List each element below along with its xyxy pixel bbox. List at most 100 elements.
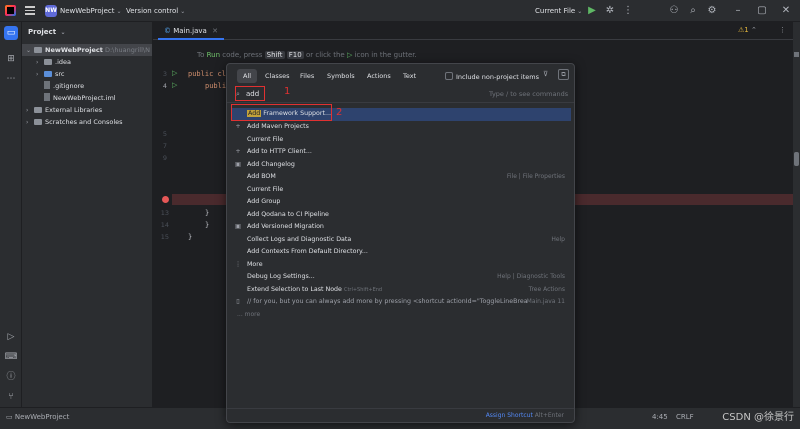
project-tool-icon[interactable]: ▭ (4, 26, 18, 40)
tree-path: D:\huangrill\N (104, 46, 150, 54)
search-everywhere-icon[interactable]: ⌕ (687, 5, 699, 17)
editor-options-icon[interactable]: ⋮ (779, 26, 786, 34)
vcs-label: Version control (126, 7, 179, 15)
list-item-text-match[interactable]: ▯ // for you, but you can always add more… (231, 296, 571, 309)
more-actions-icon[interactable]: ⋮ (622, 5, 634, 17)
run-tool-icon[interactable]: ▷ (4, 330, 18, 344)
hint-prefix: To (197, 51, 205, 59)
list-item-more[interactable]: ⋮ More (231, 259, 571, 272)
watermark: CSDN @徐景行 (722, 412, 794, 423)
notifications-icon[interactable] (794, 52, 799, 57)
chevron-down-icon: ⌄ (116, 8, 122, 15)
run-config-selector[interactable]: Current File ⌄ (535, 7, 582, 15)
project-switcher[interactable]: NewWebProject ⌄ (60, 7, 122, 15)
breakpoint-icon[interactable] (162, 196, 169, 203)
run-icon[interactable]: ▶ (586, 5, 598, 17)
chevron-down-icon: ⌄ (577, 8, 583, 15)
text-match-icon: ▯ (236, 298, 240, 305)
tree-item-scratches[interactable]: › Scratches and Consoles (22, 116, 123, 128)
more-tools-icon[interactable]: ⋯ (4, 72, 18, 86)
scrollbar-thumb[interactable] (794, 152, 799, 166)
include-non-project-checkbox[interactable]: Include non-project items (445, 72, 539, 81)
hint-end: icon in the gutter. (354, 51, 417, 59)
item-label: Add Maven Projects (247, 123, 309, 130)
close-tab-icon[interactable]: ✕ (212, 27, 218, 35)
tree-item-project[interactable]: ⌄ NewWebProject D:\huangrill\N (22, 44, 152, 56)
panel-title-label: Project (28, 28, 57, 36)
changelog-icon: ▣ (235, 160, 241, 168)
warning-indicator[interactable]: ⚠1 ⌃ (738, 26, 757, 34)
minimize-icon[interactable]: – (732, 5, 744, 17)
tree-item-src[interactable]: › src (22, 68, 65, 80)
line-number: 14 (160, 221, 169, 229)
item-label: Add BOM (247, 173, 276, 180)
git-tool-icon[interactable]: ⑂ (4, 390, 18, 404)
list-item[interactable]: Add Qodana to CI Pipeline (231, 209, 571, 222)
panel-title[interactable]: Project ⌄ (28, 28, 66, 36)
more-results-link[interactable]: ... more (237, 311, 260, 318)
item-shortcut: Ctrl+Shift+End (343, 286, 383, 293)
structure-tool-icon[interactable]: ⊞ (4, 52, 18, 66)
item-category: Help (551, 235, 565, 243)
vcs-menu[interactable]: Version control ⌄ (126, 7, 185, 15)
tab-symbols[interactable]: Symbols (321, 69, 361, 83)
java-class-icon: © (164, 27, 171, 35)
list-item[interactable]: Add Contexts From Default Directory... (231, 246, 571, 259)
problems-tool-icon[interactable]: ⓘ (4, 370, 18, 384)
debug-icon[interactable]: ✲ (604, 5, 616, 17)
tab-all[interactable]: All (237, 69, 258, 83)
settings-gear-icon[interactable]: ⚙ (706, 5, 718, 17)
list-item[interactable]: Current File (231, 134, 571, 147)
terminal-tool-icon[interactable]: ⌨ (4, 350, 18, 364)
annotation-box-item (231, 104, 332, 121)
caret-position[interactable]: 4:45 (652, 413, 668, 421)
item-label: Debug Log Settings... (247, 273, 315, 280)
library-icon (34, 107, 42, 113)
list-item[interactable]: Collect Logs and Diagnostic Data Help (231, 234, 571, 247)
assign-shortcut-hint[interactable]: Assign Shortcut Alt+Enter (486, 412, 564, 419)
tab-classes[interactable]: Classes (259, 69, 296, 83)
run-gutter-icon[interactable]: ▷ (172, 69, 177, 77)
list-item[interactable]: Debug Log Settings... Help | Diagnostic T… (231, 271, 571, 284)
tab-text[interactable]: Text (397, 69, 422, 83)
maximize-icon[interactable]: ▢ (756, 5, 768, 17)
include-label: Include non-project items (456, 73, 539, 81)
run-hint: To Run code, press Shift F10 or click th… (197, 51, 417, 59)
list-item[interactable]: + Add Maven Projects (231, 121, 571, 134)
close-icon[interactable]: ✕ (780, 5, 792, 17)
tab-files[interactable]: Files (294, 69, 320, 83)
status-breadcrumb[interactable]: ▭ NewWebProject (6, 413, 69, 421)
project-panel: Project ⌄ ⌄ NewWebProject D:\huangrill\N … (22, 22, 153, 407)
project-badge: NW (45, 5, 57, 17)
item-location: Main.java 11 (526, 298, 565, 305)
hint-key-shift: Shift (264, 51, 285, 59)
source-folder-icon (44, 71, 52, 77)
list-item[interactable]: ▣ Add Changelog (231, 159, 571, 172)
tree-label: .gitignore (53, 82, 85, 90)
tab-actions[interactable]: Actions (361, 69, 397, 83)
main-menu-icon[interactable] (25, 6, 35, 15)
tree-item-idea[interactable]: › .idea (22, 56, 71, 68)
line-separator[interactable]: CRLF (676, 413, 694, 421)
tree-item-external-libraries[interactable]: › External Libraries (22, 104, 102, 116)
list-item[interactable]: Add BOM File | File Properties (231, 171, 571, 184)
list-item[interactable]: Current File (231, 184, 571, 197)
code-line: public cl (188, 70, 226, 78)
tree-item-iml[interactable]: NewWebProject.iml (22, 92, 116, 104)
list-item[interactable]: ▣ Add Versioned Migration (231, 221, 571, 234)
line-number: 3 (162, 70, 167, 78)
open-in-tool-window-icon[interactable]: ⧉ (558, 69, 569, 80)
item-category: File | File Properties (506, 173, 565, 180)
list-item[interactable]: Extend Selection to Last Node Ctrl+Shift… (231, 284, 571, 297)
folder-icon (34, 47, 42, 53)
code-line: } (205, 221, 210, 229)
list-item[interactable]: + Add to HTTP Client... (231, 146, 571, 159)
list-item[interactable]: Add Group (231, 196, 571, 209)
filter-icon[interactable]: ⊽ (543, 70, 548, 78)
add-user-icon[interactable]: ⚇ (668, 5, 680, 17)
tree-label: Scratches and Consoles (45, 118, 123, 126)
tree-item-gitignore[interactable]: .gitignore (22, 80, 84, 92)
title-bar: NW NewWebProject ⌄ Version control ⌄ Curre… (0, 0, 800, 22)
run-gutter-icon[interactable]: ▷ (172, 81, 177, 89)
tab-main-java[interactable]: © Main.java ✕ (158, 22, 224, 40)
